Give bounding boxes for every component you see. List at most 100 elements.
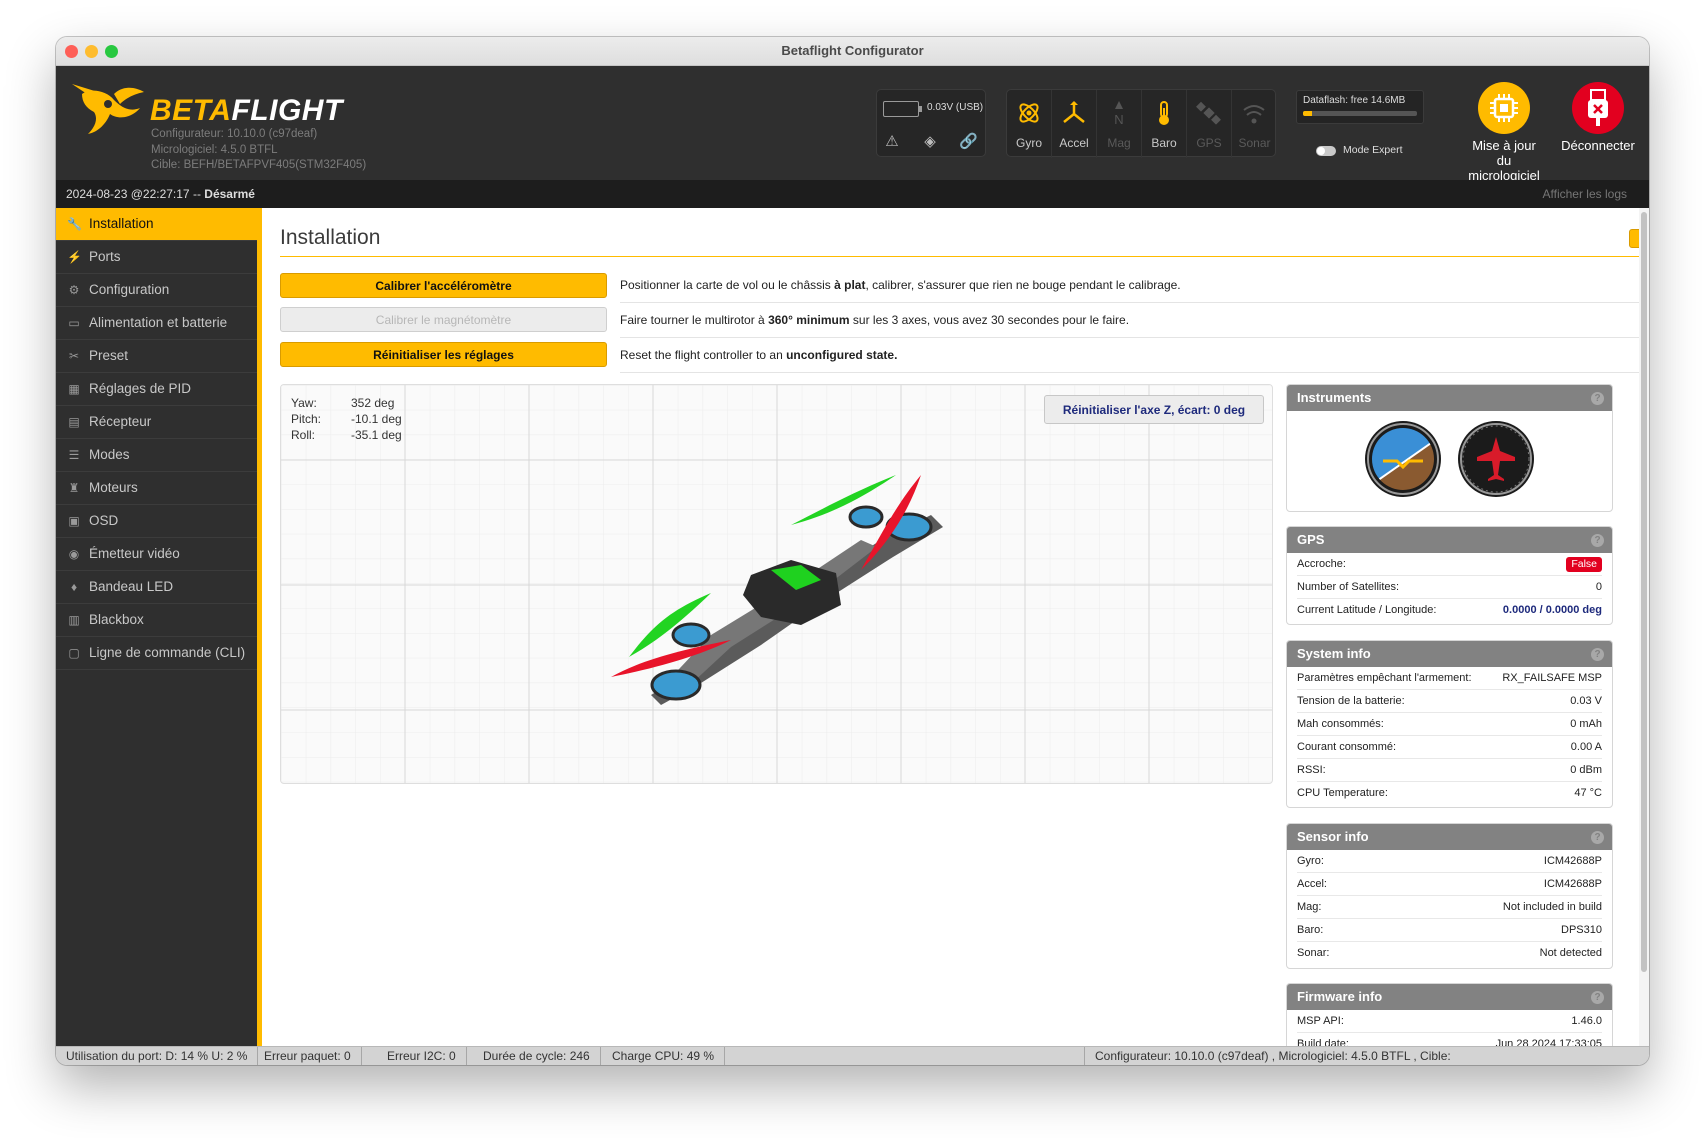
chip-icon	[1478, 82, 1530, 134]
help-icon[interactable]: ?	[1591, 648, 1604, 661]
sensor-sonar-row: Sonar: Not detected	[1297, 947, 1602, 959]
sidebar-item-power[interactable]: ▭ Alimentation et batterie	[56, 307, 257, 340]
sidebar-item-led[interactable]: ♦ Bandeau LED	[56, 571, 257, 604]
panel-header: Sensor info?	[1287, 824, 1612, 850]
sensor-status-bar: Gyro Accel N Mag Baro GPS Sonar	[1006, 89, 1277, 158]
scrollbar[interactable]	[1639, 208, 1649, 1046]
minimize-window-button[interactable]	[85, 45, 98, 58]
armed-status: 2024-08-23 @22:27:17 -- Désarmé	[66, 187, 255, 201]
calibrate-mag-button[interactable]: Calibrer le magnétomètre	[280, 307, 607, 332]
motor-icon: ♜	[68, 481, 80, 495]
maximize-window-button[interactable]	[105, 45, 118, 58]
sensor-mag-row: Mag: Not included in build	[1297, 896, 1602, 919]
modes-icon: ☰	[68, 448, 80, 462]
help-icon[interactable]: ?	[1591, 991, 1604, 1004]
panel-header: GPS?	[1287, 527, 1612, 553]
expert-mode-toggle[interactable]	[1316, 146, 1336, 156]
sidebar-item-pid[interactable]: ▦ Réglages de PID	[56, 373, 257, 406]
instruments-gauges	[1359, 415, 1534, 503]
latlon-link[interactable]: 0.0000 / 0.0000 deg	[1503, 599, 1602, 621]
thermometer-icon	[1159, 101, 1169, 125]
wrench-icon: 🔧	[67, 217, 82, 231]
help-icon[interactable]: ?	[1591, 534, 1604, 547]
rssi-row: RSSI: 0 dBm	[1297, 759, 1602, 782]
dataflash-bar	[1303, 111, 1417, 116]
calibrate-accel-button[interactable]: Calibrer l'accéléromètre	[280, 273, 607, 298]
firmware-flasher-button[interactable]: Mise à jour du micrologiciel	[1464, 82, 1544, 183]
cycle-time: Durée de cycle: 246	[473, 1047, 601, 1065]
warning-icon: ⚠	[885, 133, 899, 150]
sidebar-item-preset[interactable]: ✂ Preset	[56, 340, 257, 373]
gps-latlon-row: Current Latitude / Longitude: 0.0000 / 0.…	[1297, 599, 1602, 622]
sidebar-item-receiver[interactable]: ▤ Récepteur	[56, 406, 257, 439]
receiver-icon: ▤	[68, 415, 80, 429]
show-logs-link[interactable]: Afficher les logs	[1543, 180, 1628, 208]
gps-fix-row: Accroche: False	[1297, 553, 1602, 576]
system-info-panel: System info? Paramètres empêchant l'arme…	[1286, 640, 1613, 808]
reset-z-axis-button[interactable]: Réinitialiser l'axe Z, écart: 0 deg	[1044, 395, 1264, 424]
build-date-row: Build date: Jun 28 2024 17:33:05	[1297, 1038, 1602, 1046]
sensor-sonar: Sonar	[1232, 90, 1277, 158]
sidebar-item-installation[interactable]: 🔧 Installation	[56, 208, 257, 241]
expert-mode-label: Mode Expert	[1343, 144, 1403, 156]
dataflash-label: Dataflash: free 14.6MB	[1303, 95, 1406, 106]
sensor-baro-row: Baro: DPS310	[1297, 919, 1602, 942]
brand-name: BETAFLIGHT	[150, 94, 343, 127]
packet-error: Erreur paquet: 0	[254, 1047, 362, 1065]
battery-icon: ▭	[68, 316, 80, 330]
battery-icon	[883, 101, 922, 117]
pid-icon: ▦	[68, 382, 80, 396]
sidebar-item-modes[interactable]: ☰ Modes	[56, 439, 257, 472]
mah-drawn-row: Mah consommés: 0 mAh	[1297, 713, 1602, 736]
calibrate-mag-desc: Faire tourner le multirotor à 360° minim…	[620, 303, 1649, 338]
sidebar-item-osd[interactable]: ▣ OSD	[56, 505, 257, 538]
panel-header: Firmware info?	[1287, 984, 1612, 1010]
sidebar-item-vtx[interactable]: ◉ Émetteur vidéo	[56, 538, 257, 571]
scrollbar-thumb[interactable]	[1641, 212, 1647, 972]
app-window: Betaflight Configurator BETAFLIGHT Confi…	[56, 37, 1649, 1065]
disconnect-button[interactable]: Déconnecter	[1558, 82, 1638, 153]
tools-icon: ✂	[68, 349, 80, 363]
battery-voltage-row: Tension de la batterie: 0.03 V	[1297, 690, 1602, 713]
current-draw-row: Courant consommé: 0.00 A	[1297, 736, 1602, 759]
window-title: Betaflight Configurator	[781, 43, 924, 58]
version-summary: Configurateur: 10.10.0 (c97deaf) , Micro…	[1084, 1047, 1649, 1065]
cpu-temp-row: CPU Temperature: 47 °C	[1297, 787, 1602, 799]
sidebar-item-configuration[interactable]: ⚙ Configuration	[56, 274, 257, 307]
sidebar-item-blackbox[interactable]: ▥ Blackbox	[56, 604, 257, 637]
port-usage: Utilisation du port: D: 14 % U: 2 %	[56, 1047, 259, 1065]
instruments-panel: Instruments?	[1286, 384, 1613, 512]
sidebar-item-motors[interactable]: ♜ Moteurs	[56, 472, 257, 505]
gps-panel: GPS? Accroche: False Number of Satellites…	[1286, 526, 1613, 625]
main-content: Installation WIKI Calibrer l'accéléromèt…	[262, 208, 1649, 1046]
compass-icon: N	[1114, 101, 1124, 126]
cpu-load: Charge CPU: 49 %	[602, 1047, 726, 1065]
disconnect-label: Déconnecter	[1561, 138, 1635, 153]
help-icon[interactable]: ?	[1591, 392, 1604, 405]
msp-api-row: MSP API: 1.46.0	[1297, 1010, 1602, 1033]
status-bar: Utilisation du port: D: 14 % U: 2 % Erre…	[56, 1046, 1649, 1065]
sensor-accel: Accel	[1052, 90, 1097, 158]
sensor-label: Gyro	[1015, 136, 1042, 150]
reset-settings-button[interactable]: Réinitialiser les réglages	[280, 342, 607, 367]
panel-header: System info?	[1287, 641, 1612, 667]
sidebar: 🔧 Installation ⚡ Ports ⚙ Configuration ▭ Ali…	[56, 208, 257, 1046]
dataflash-status: Dataflash: free 14.6MB	[1296, 90, 1424, 124]
sensor-label: Sonar	[1238, 136, 1271, 150]
sensor-gps: GPS	[1187, 90, 1232, 158]
calibrate-accel-desc: Positionner la carte de vol ou le châssi…	[620, 268, 1649, 303]
gps-sats-row: Number of Satellites: 0	[1297, 576, 1602, 599]
svg-text:N: N	[1114, 112, 1123, 126]
pitch-row: Pitch: -10.1 deg	[291, 412, 402, 426]
battery-status: 0.03V (USB) ⚠ ◈ 🔗	[876, 89, 986, 157]
sidebar-item-cli[interactable]: ▢ Ligne de commande (CLI)	[56, 637, 257, 670]
usb-icon	[1572, 82, 1624, 134]
sensor-gyro: Gyro	[1007, 90, 1052, 158]
sensor-label: Mag	[1107, 136, 1131, 150]
close-window-button[interactable]	[65, 45, 78, 58]
roll-row: Roll: -35.1 deg	[291, 428, 402, 442]
title-divider	[280, 256, 1649, 257]
help-icon[interactable]: ?	[1591, 831, 1604, 844]
gear-icon: ⚙	[68, 283, 80, 297]
sidebar-item-ports[interactable]: ⚡ Ports	[56, 241, 257, 274]
